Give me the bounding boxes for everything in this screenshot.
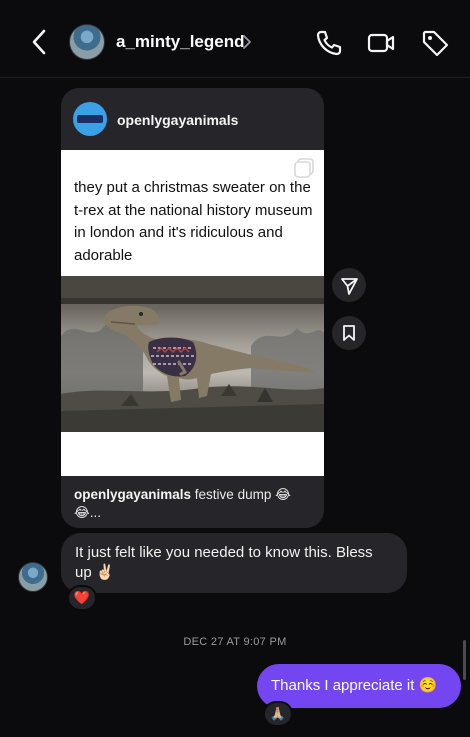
share-button[interactable] — [332, 268, 366, 302]
post-text: they put a christmas sweater on the t-re… — [74, 179, 313, 264]
tag-icon[interactable] — [420, 28, 450, 58]
shared-post[interactable]: openlygayanimals they put a christmas sw… — [61, 88, 324, 528]
save-button[interactable] — [332, 316, 366, 350]
back-icon[interactable] — [28, 28, 52, 56]
scrollbar[interactable] — [463, 640, 466, 680]
heart-reaction[interactable]: ❤️ — [67, 585, 97, 611]
post-account-name[interactable]: openlygayanimals — [117, 112, 238, 128]
post-header[interactable]: openlygayanimals — [61, 88, 324, 150]
carousel-icon — [294, 158, 314, 178]
caption-username[interactable]: openlygayanimals — [74, 487, 191, 502]
trex-photo — [61, 276, 324, 432]
video-icon[interactable] — [366, 28, 396, 58]
message-timestamp: DEC 27 AT 9:07 PM — [183, 636, 287, 648]
send-icon — [341, 278, 358, 295]
save-icon — [343, 325, 355, 341]
chat-header: a_minty_legend — [0, 0, 470, 78]
incoming-message[interactable]: It just felt like you needed to know thi… — [61, 533, 407, 593]
chevron-right-icon[interactable] — [242, 34, 252, 50]
chat-username[interactable]: a_minty_legend — [116, 32, 245, 52]
pray-reaction[interactable]: 🙏🏼 — [263, 701, 293, 727]
outgoing-message[interactable]: Thanks I appreciate it ☺️ — [257, 664, 461, 708]
post-content[interactable]: they put a christmas sweater on the t-re… — [61, 150, 324, 476]
post-caption: openlygayanimals festive dump 😂😂... — [74, 486, 314, 522]
post-account-avatar — [73, 102, 107, 136]
sender-avatar[interactable] — [18, 562, 48, 592]
avatar[interactable] — [69, 24, 105, 60]
phone-icon[interactable] — [314, 28, 344, 58]
